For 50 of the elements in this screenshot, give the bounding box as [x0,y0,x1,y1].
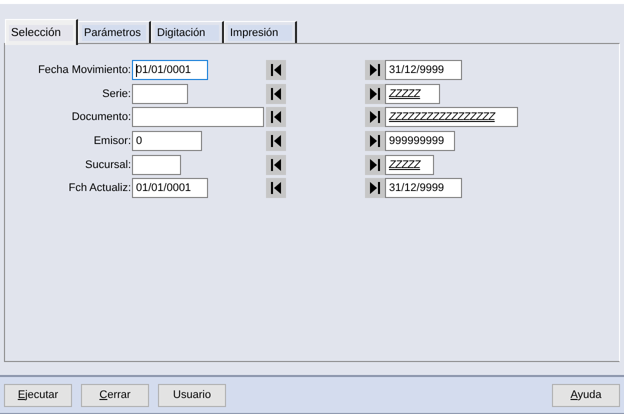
input-field[interactable]: 31/12/9999 [385,60,462,80]
skip-start-icon [271,88,281,100]
field-label: Fecha Movimiento: [37,64,132,76]
input-field[interactable] [132,107,264,128]
skip-start-icon [271,135,281,148]
last-record-button[interactable] [365,131,385,152]
skip-start-icon [271,182,281,194]
input-field[interactable]: 01/01/0001 [132,60,208,80]
last-record-button[interactable] [365,154,385,175]
field-label: Fch Actualiz: [68,182,132,194]
input-field[interactable] [132,84,188,104]
action-button[interactable]: Ejecutar [4,384,72,406]
input-field[interactable]: ZZZZZ [385,84,440,104]
first-record-button[interactable] [266,131,286,152]
input-field[interactable]: ZZZZZ [385,154,434,175]
skip-start-icon [271,158,281,171]
first-record-button[interactable] [266,178,286,198]
input-field[interactable]: 999999999 [385,131,455,152]
tab[interactable]: Parámetros [78,21,151,43]
input-field[interactable]: 31/12/9999 [385,178,462,198]
skip-end-icon [370,111,380,124]
input-field[interactable]: ZZZZZZZZZZZZZZZZZ [385,107,518,128]
first-record-button[interactable] [266,60,286,80]
field-label: Emisor: [92,135,132,148]
skip-end-icon [370,135,380,148]
last-record-button[interactable] [365,107,385,128]
skip-start-icon [271,64,281,76]
input-field[interactable]: 01/01/0001 [132,178,208,198]
skip-start-icon [271,111,281,124]
field-label: Sucursal: [84,158,132,171]
skip-end-icon [370,88,380,100]
tab[interactable]: Impresión [224,21,297,43]
action-button[interactable]: Usuario [158,384,226,406]
first-record-button[interactable] [266,154,286,175]
field-label: Serie: [101,88,132,100]
action-button[interactable]: Ayuda [552,384,620,406]
first-record-button[interactable] [266,107,286,128]
last-record-button[interactable] [365,178,385,198]
field-label: Documento: [70,111,132,124]
action-button[interactable]: Cerrar [81,384,149,406]
last-record-button[interactable] [365,84,385,104]
skip-end-icon [370,182,380,194]
last-record-button[interactable] [365,60,385,80]
tab[interactable]: Digitación [151,21,224,43]
tab[interactable]: Selección [5,19,78,45]
skip-end-icon [370,158,380,171]
skip-end-icon [370,64,380,76]
first-record-button[interactable] [266,84,286,104]
input-field[interactable] [132,154,181,175]
input-field[interactable]: 0 [132,131,202,152]
